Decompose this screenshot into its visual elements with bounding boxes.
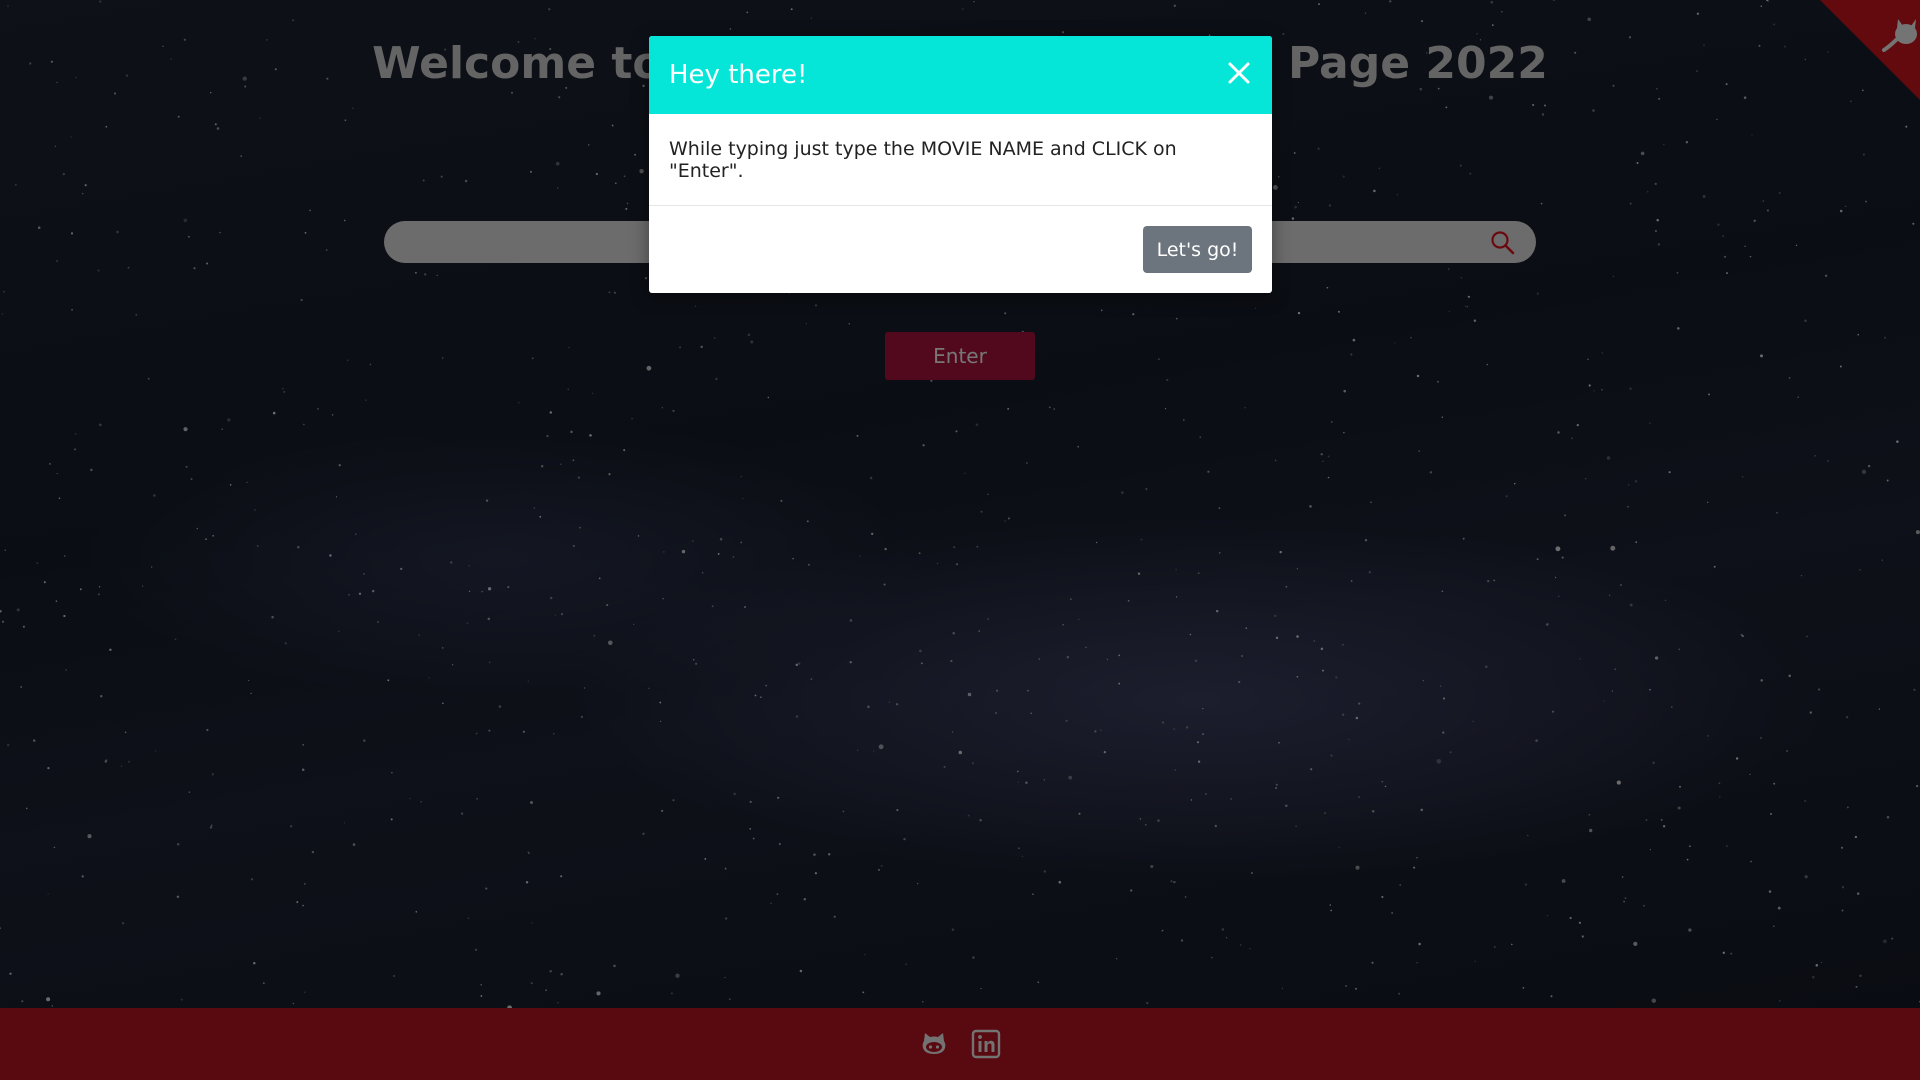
- modal-footer: Let's go!: [649, 206, 1272, 293]
- modal-message: While typing just type the MOVIE NAME an…: [669, 138, 1177, 182]
- modal-body: While typing just type the MOVIE NAME an…: [649, 114, 1272, 206]
- modal-title: Hey there!: [669, 60, 808, 90]
- welcome-modal: Hey there! While typing just type the MO…: [649, 36, 1272, 293]
- close-icon[interactable]: [1226, 60, 1252, 86]
- modal-header: Hey there!: [649, 36, 1272, 114]
- lets-go-button[interactable]: Let's go!: [1143, 226, 1252, 273]
